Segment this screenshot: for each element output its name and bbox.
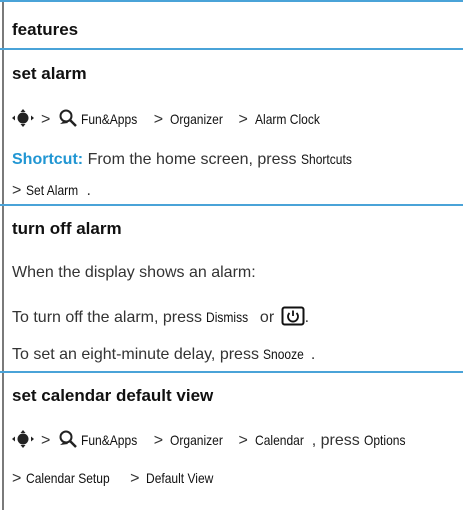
heading-set-alarm: set alarm <box>12 64 87 83</box>
turn-off-line-3: To set an eight-minute delay, press Snoo… <box>12 346 315 364</box>
separator: > <box>238 432 248 449</box>
turn-off-line-2: To turn off the alarm, press Dismiss or … <box>12 306 309 327</box>
shortcut-label: Shortcut: <box>12 151 84 168</box>
fun-apps-icon <box>59 109 78 127</box>
separator: > <box>41 111 51 128</box>
separator: > <box>130 470 140 487</box>
path-fun-apps: Fun&Apps <box>81 111 138 127</box>
text: or <box>259 309 275 326</box>
separator: > <box>153 111 164 128</box>
power-end-key-icon <box>281 306 305 326</box>
shortcut-text: From the home screen, press <box>87 151 297 168</box>
calendar-path-2: > Calendar Setup > Default View <box>12 470 225 488</box>
fun-apps-icon <box>59 430 78 448</box>
text: , press <box>311 432 360 449</box>
shortcut-line-2: > Set Alarm. <box>12 182 91 200</box>
section-title: features <box>12 20 79 39</box>
path-organizer: Organizer <box>170 111 223 127</box>
period: . <box>310 346 316 363</box>
path-alarm-clock: Alarm Clock <box>254 111 320 127</box>
key-dismiss: Dismiss <box>206 309 249 325</box>
turn-off-line-1: When the display shows an alarm: <box>12 264 256 281</box>
nav-key-icon <box>12 109 34 127</box>
text: To turn off the alarm, press <box>12 309 203 326</box>
path-fun-apps: Fun&Apps <box>81 432 138 448</box>
divider <box>0 48 463 50</box>
period: . <box>86 182 91 199</box>
heading-calendar-view: set calendar default view <box>12 386 214 405</box>
key-options: Options <box>364 432 406 448</box>
key-shortcuts: Shortcuts <box>300 151 352 167</box>
top-rule <box>0 0 463 2</box>
path-organizer: Organizer <box>170 432 223 448</box>
path-calendar: Calendar <box>254 432 304 448</box>
shortcut-line: Shortcut: From the home screen, press Sh… <box>12 151 360 169</box>
separator: > <box>153 432 164 449</box>
heading-turn-off-alarm: turn off alarm <box>12 219 122 238</box>
key-set-alarm: Set Alarm <box>25 182 79 198</box>
path-calendar-setup: Calendar Setup <box>25 470 110 486</box>
text: To set an eight-minute delay, press <box>12 346 259 363</box>
path-default-view: Default View <box>146 470 214 486</box>
period: . <box>304 309 310 326</box>
manual-page: features set alarm > Fun&Apps > Organizer >… <box>0 0 463 510</box>
left-border <box>2 0 4 510</box>
key-snooze: Snooze <box>263 346 305 362</box>
separator: > <box>238 111 248 128</box>
set-alarm-path: > Fun&Apps > Organizer > Alarm Clock <box>12 109 330 129</box>
separator: > <box>12 182 22 199</box>
nav-key-icon <box>12 430 34 448</box>
separator: > <box>41 432 51 449</box>
separator: > <box>12 470 22 487</box>
divider <box>0 371 463 373</box>
divider <box>0 204 463 206</box>
calendar-path: > Fun&Apps > Organizer > Calendar , press Opt… <box>12 430 412 450</box>
